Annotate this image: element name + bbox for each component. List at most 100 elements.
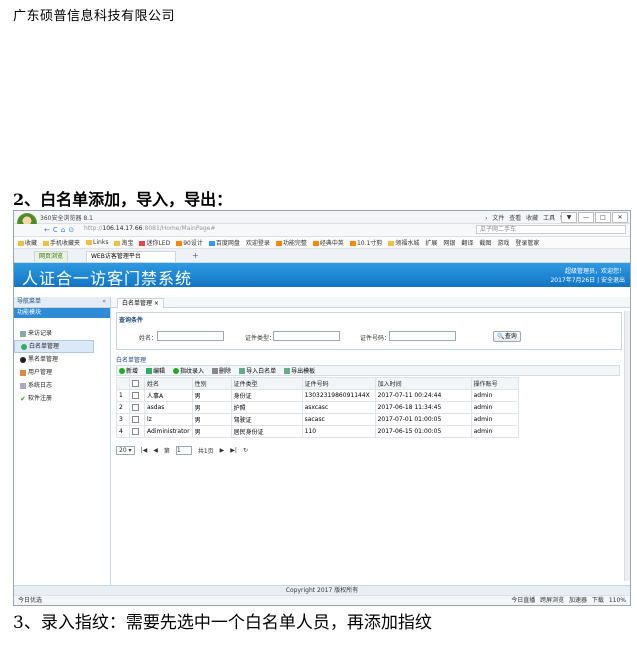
fav-item[interactable]: 收藏	[18, 238, 37, 247]
idtype-input[interactable]	[273, 331, 340, 341]
whitelist-table: 姓名 性别 证件类型 证件号码 加入时间 操作账号 1 人事A 男 身份证 13…	[116, 377, 519, 438]
close-icon[interactable]: ✕	[612, 212, 628, 223]
import-button[interactable]: 导入白名单	[239, 366, 276, 375]
home-icon[interactable]: ⌂	[61, 226, 65, 234]
user-black-icon	[20, 356, 26, 363]
status-left[interactable]: 今日优选	[18, 596, 42, 605]
search-button[interactable]: 🔍查询	[493, 331, 521, 342]
fav-item[interactable]: 欢迎登录	[246, 238, 270, 247]
fav-item[interactable]: Links	[86, 239, 108, 246]
sidebar-module[interactable]: 功能模块	[14, 308, 110, 318]
sidebar-item-logs[interactable]: 系统日志	[14, 379, 110, 392]
logout-link[interactable]: 2017年7月26日 | 安全退出	[550, 276, 625, 285]
vertical-scrollbar[interactable]	[624, 311, 630, 581]
fav-item[interactable]: 网银	[443, 238, 455, 247]
add-icon	[119, 367, 125, 374]
nav-buttons: ← C ⌂ ⊙	[44, 226, 74, 234]
fav-item[interactable]: 功能完整	[275, 238, 307, 247]
app-title: 人证合一访客门禁系统	[22, 269, 193, 288]
skin-icon[interactable]: ▼	[561, 212, 577, 223]
export-button[interactable]: 导出模板	[284, 366, 315, 375]
col-check[interactable]	[129, 377, 145, 390]
new-tab-button[interactable]: +	[192, 251, 199, 260]
fav-item[interactable]: 翻译	[461, 238, 473, 247]
refresh-icon[interactable]: C	[53, 226, 58, 234]
query-title: 查询条件	[119, 317, 144, 324]
fingerprint-button[interactable]: 指纹录入	[173, 366, 204, 375]
tab-web-browse[interactable]: 网页浏览	[34, 251, 69, 262]
idno-input[interactable]	[389, 331, 456, 341]
sidebar-item-users[interactable]: 用户管理	[14, 366, 110, 379]
fav-item[interactable]: 手机收藏夹	[43, 238, 80, 247]
select-all-checkbox[interactable]	[132, 380, 139, 387]
status-right[interactable]: 今日直播 跨屏浏览 加速器 下载 110%	[511, 596, 626, 605]
fav-item[interactable]: 百度网盘	[208, 238, 240, 247]
table-row[interactable]: 2 asdas 男 护照 asxcasc 2017-06-18 11:34:45…	[116, 401, 519, 414]
col-gender[interactable]: 性别	[191, 377, 232, 390]
browser-menu[interactable]: › 文件 查看 收藏 工具 帮助	[485, 213, 572, 222]
fav-item[interactable]: 90设计	[176, 238, 203, 247]
minimize-icon[interactable]: —	[578, 212, 594, 223]
refresh-icon[interactable]: ↻	[243, 447, 248, 454]
row-checkbox[interactable]	[132, 404, 139, 411]
site-icon	[139, 241, 146, 246]
browser-titlebar: 360安全浏览器 8.1 › 文件 查看 收藏 工具 帮助 ▼ — □ ✕	[14, 211, 630, 233]
delete-icon	[212, 367, 219, 374]
fav-item[interactable]: 游戏	[497, 238, 509, 247]
fav-item[interactable]: 经典中英	[312, 238, 344, 247]
back-icon[interactable]: ←	[44, 226, 50, 234]
last-page-button[interactable]: ▶|	[230, 447, 237, 454]
collapse-icon[interactable]: «	[102, 297, 106, 307]
sidebar-item-visit-records[interactable]: 来访记录	[14, 327, 110, 340]
col-idno[interactable]: 证件号码	[301, 377, 376, 390]
fav-item[interactable]: 扩展	[425, 238, 437, 247]
add-button[interactable]: 新增	[119, 366, 138, 375]
site-icon	[388, 241, 395, 246]
page-input[interactable]: 1	[175, 446, 192, 455]
col-jointime[interactable]: 加入时间	[374, 377, 472, 390]
fav-item[interactable]: 领福水城	[388, 238, 419, 247]
url-field[interactable]: http://106.14.17.66:8081/Home/MainPage#	[84, 225, 384, 234]
folder-icon	[86, 240, 93, 245]
table-row[interactable]: 1 人事A 男 身份证 1303231986091144X 2017-07-11…	[116, 389, 519, 402]
fav-item[interactable]: 10.1寸剪	[349, 238, 382, 247]
fav-item[interactable]: 迷你LED	[139, 238, 170, 247]
query-panel: 查询条件 姓名： 证件类型： 证件号码： 🔍查询	[116, 312, 622, 350]
page-size-select[interactable]: 20 ▾	[116, 446, 135, 455]
table-row[interactable]: 3 lz 男 驾驶证 sacasc 2017-07-01 01:00:05 ad…	[116, 413, 519, 426]
sidebar-item-blacklist[interactable]: 黑名单管理	[14, 353, 110, 366]
col-name[interactable]: 姓名	[144, 377, 193, 390]
user-icon	[21, 343, 27, 350]
edit-button[interactable]: 编辑	[146, 366, 165, 375]
row-checkbox[interactable]	[132, 392, 139, 399]
search-input[interactable]: 瓜子网二手车	[476, 225, 626, 234]
search-icon: 🔍	[497, 333, 505, 340]
folder-icon	[114, 241, 121, 246]
name-input[interactable]	[157, 331, 224, 341]
fav-item[interactable]: 淘宝	[114, 238, 133, 247]
row-checkbox[interactable]	[132, 428, 139, 435]
row-checkbox[interactable]	[132, 416, 139, 423]
col-operator[interactable]: 操作账号	[470, 377, 519, 390]
fav-item[interactable]: 截图	[479, 238, 491, 247]
tab-visitor-platform[interactable]: WEB访客管理平台	[86, 251, 176, 262]
tab-whitelist-management[interactable]: 白名单管理 ×	[117, 298, 164, 309]
sidebar-item-register[interactable]: ✔ 软件注册	[14, 392, 110, 405]
page-label: 第	[163, 448, 170, 455]
delete-button[interactable]: 删除	[212, 366, 231, 375]
grid-title: 白名单管理	[116, 357, 147, 364]
record-icon	[20, 330, 26, 337]
next-page-button[interactable]: ▶	[220, 447, 225, 454]
fav-item[interactable]: 登录管家	[515, 238, 539, 247]
first-page-button[interactable]: |◀	[141, 447, 148, 454]
table-row[interactable]: 4 Adiministrator 男 居民身份证 110 2017-06-15 …	[116, 425, 519, 438]
browser-tabbar: 网页浏览 WEB访客管理平台 +	[14, 249, 630, 263]
idtype-label: 证件类型：	[245, 335, 276, 342]
prev-page-button[interactable]: ◀	[153, 447, 158, 454]
import-icon	[239, 367, 246, 374]
site-icon	[176, 241, 183, 246]
col-idtype[interactable]: 证件类型	[230, 377, 303, 390]
sidebar-item-whitelist[interactable]: 白名单管理	[14, 340, 94, 353]
security-icon[interactable]: ⊙	[68, 226, 74, 234]
maximize-icon[interactable]: □	[595, 212, 611, 223]
